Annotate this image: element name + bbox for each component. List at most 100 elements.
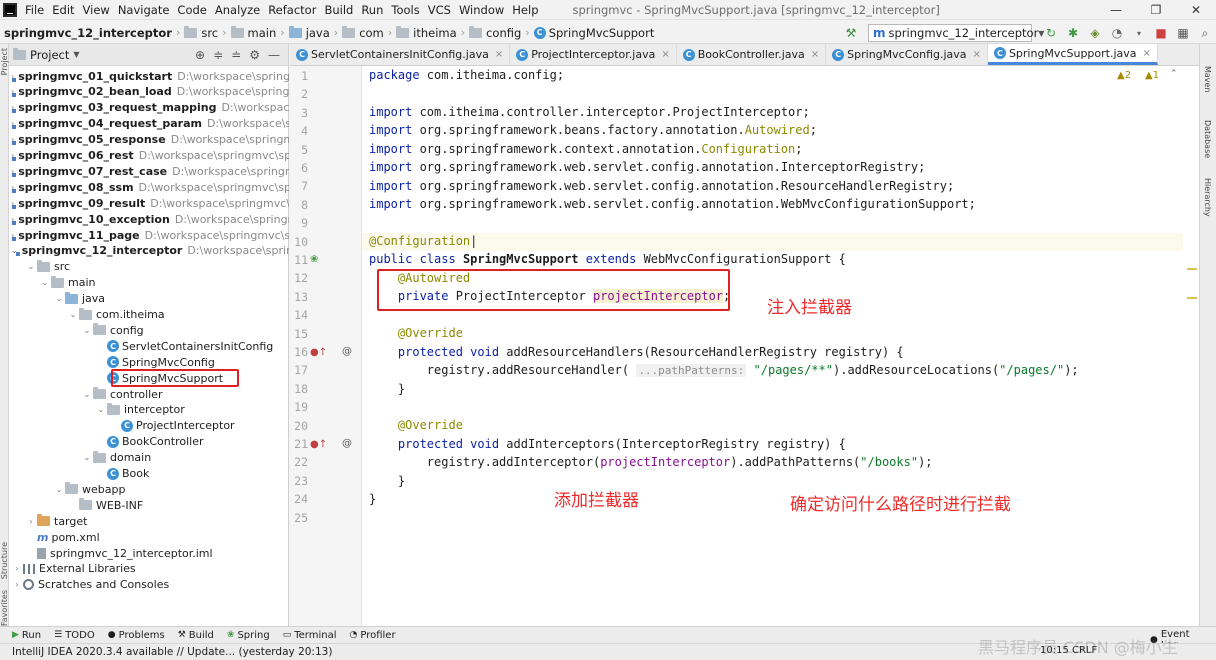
warning-marker[interactable] [1187, 268, 1197, 270]
project-tree-item[interactable]: C Book [9, 466, 289, 482]
breadcrumb-config[interactable]: config [465, 25, 525, 40]
project-tree-item[interactable]: › springmvc_10_exception D:\workspace\spri… [9, 211, 289, 227]
chevron-right-icon[interactable]: › [25, 517, 37, 526]
chevron-down-icon[interactable]: ⌄ [25, 262, 37, 271]
at-annotation-icon[interactable]: @ [342, 438, 352, 449]
project-tree-item[interactable]: C BookController [9, 434, 289, 450]
breadcrumb-java[interactable]: java [285, 25, 334, 40]
chevron-down-icon[interactable]: ⌄ [39, 278, 51, 287]
project-tree-item[interactable]: › springmvc_01_quickstart D:\workspace\spr… [9, 68, 289, 84]
project-tree-item[interactable]: C SpringMvcConfig [9, 354, 289, 370]
project-tree-item[interactable]: ⌄ interceptor [9, 402, 289, 418]
project-tree-item[interactable]: › springmvc_11_page D:\workspace\springmvc… [9, 227, 289, 243]
minimize-button[interactable]: — [1096, 0, 1136, 20]
maximize-button[interactable]: ❐ [1136, 0, 1176, 20]
project-tree-item[interactable]: ⌄ controller [9, 386, 289, 402]
code-editor[interactable]: package com.itheima.config; import com.i… [362, 66, 1196, 626]
chevron-right-icon[interactable]: › [11, 564, 23, 573]
project-tree-item[interactable]: ⌄ springmvc_12_interceptor D:\workspace\sp… [9, 243, 289, 259]
project-tree-item[interactable]: WEB-INF [9, 497, 289, 513]
override-marker-icon[interactable]: ●↑ [310, 347, 327, 358]
expand-all-icon[interactable]: ≐ [231, 48, 241, 62]
menu-build[interactable]: Build [320, 3, 357, 17]
favorites-tool-tab[interactable]: Favorites [0, 590, 9, 626]
stop-icon[interactable]: ■ [1152, 24, 1170, 42]
override-marker-icon[interactable]: ●↑ [310, 439, 327, 450]
breadcrumb-src[interactable]: src [180, 25, 222, 40]
chevron-down-icon[interactable]: ▼ [73, 50, 79, 59]
maven-tool-tab[interactable]: Maven [1203, 66, 1212, 93]
project-tree-item[interactable]: C ServletContainersInitConfig [9, 338, 289, 354]
menu-tools[interactable]: Tools [387, 3, 423, 17]
debug-icon[interactable]: ✱ [1064, 24, 1082, 42]
project-tree-item[interactable]: › springmvc_07_rest_case D:\workspace\spri… [9, 163, 289, 179]
todo-tool-button[interactable]: ☰ TODO [54, 630, 95, 641]
close-icon[interactable]: × [811, 49, 819, 60]
chevron-down-icon[interactable]: ⌄ [53, 485, 65, 494]
project-tree-item[interactable]: › Scratches and Consoles [9, 577, 289, 593]
at-annotation-icon[interactable]: @ [342, 346, 352, 357]
editor-scroll-strip[interactable] [1183, 66, 1199, 626]
menu-help[interactable]: Help [508, 3, 542, 17]
locate-icon[interactable]: ⊕ [195, 48, 205, 62]
breadcrumb-project[interactable]: springmvc_12_interceptor [0, 26, 176, 40]
menu-window[interactable]: Window [455, 3, 508, 17]
run-configuration-select[interactable]: m springmvc_12_interceptor ▼ [868, 24, 1044, 42]
update-message[interactable]: IntelliJ IDEA 2020.3.4 available // Upda… [12, 646, 332, 658]
chevron-down-icon[interactable]: ⌄ [81, 390, 93, 399]
terminal-tool-button[interactable]: ▭ Terminal [283, 630, 337, 641]
weak-warning-icon[interactable]: ▲1 [1145, 70, 1159, 81]
menu-analyze[interactable]: Analyze [211, 3, 264, 17]
close-icon[interactable]: × [973, 49, 981, 60]
database-tool-tab[interactable]: Database [1203, 120, 1212, 158]
menu-code[interactable]: Code [173, 3, 210, 17]
close-window-button[interactable]: ✕ [1176, 0, 1216, 20]
tab-springmvcconfig[interactable]: C SpringMvcConfig.java × [826, 44, 988, 65]
menu-vcs[interactable]: VCS [424, 3, 455, 17]
project-tree-item[interactable]: › springmvc_02_bean_load D:\workspace\spri… [9, 84, 289, 100]
menu-run[interactable]: Run [357, 3, 387, 17]
project-tree-item[interactable]: › springmvc_06_rest D:\workspace\springmvc… [9, 148, 289, 164]
collapse-all-icon[interactable]: ≑ [213, 48, 223, 62]
spring-bean-icon[interactable]: ❀ [310, 254, 318, 265]
project-tree-item[interactable]: › springmvc_09_result D:\workspace\springm… [9, 195, 289, 211]
breadcrumb-com[interactable]: com [338, 25, 388, 40]
menu-view[interactable]: View [79, 3, 114, 17]
project-tree-item[interactable]: ⌄ domain [9, 450, 289, 466]
project-tree-item[interactable]: springmvc_12_interceptor.iml [9, 545, 289, 561]
project-tree-item[interactable]: C ProjectInterceptor [9, 418, 289, 434]
chevron-down-icon[interactable]: ⌄ [81, 326, 93, 335]
search-icon[interactable]: ⌕ [1196, 24, 1214, 42]
warning-marker[interactable] [1187, 297, 1197, 299]
project-tree-item[interactable]: › target [9, 513, 289, 529]
project-tree-item[interactable]: ⌄ src [9, 259, 289, 275]
close-icon[interactable]: × [661, 49, 669, 60]
warning-icon[interactable]: ▲2 [1117, 70, 1131, 81]
breadcrumb-class[interactable]: C SpringMvcSupport [530, 26, 659, 40]
breadcrumb-itheima[interactable]: itheima [392, 25, 461, 40]
tab-servletcontainersinitconfig[interactable]: C ServletContainersInitConfig.java × [290, 44, 511, 65]
profile-icon[interactable]: ◔ [1108, 24, 1126, 42]
chevron-down-icon[interactable]: ⌄ [81, 453, 93, 462]
menu-navigate[interactable]: Navigate [114, 3, 174, 17]
project-tree-item[interactable]: ⌄ webapp [9, 481, 289, 497]
menu-file[interactable]: File [21, 3, 48, 17]
gear-icon[interactable]: ⚙ [249, 48, 260, 62]
more-dropdown-icon[interactable]: ▾ [1130, 24, 1148, 42]
profiler-tool-button[interactable]: ◔ Profiler [350, 630, 396, 641]
chevron-up-icon[interactable]: ⌃ [1170, 69, 1178, 79]
project-tree-item[interactable]: › External Libraries [9, 561, 289, 577]
hammer-build-icon[interactable]: ⚒ [842, 24, 860, 42]
project-tree-item[interactable]: ⌄ com.itheima [9, 307, 289, 323]
problems-tool-button[interactable]: ● Problems [108, 630, 165, 641]
project-tree-item[interactable]: m pom.xml [9, 529, 289, 545]
hide-icon[interactable]: — [268, 48, 280, 62]
coverage-icon[interactable]: ◈ [1086, 24, 1104, 42]
chevron-down-icon[interactable]: ⌄ [53, 294, 65, 303]
close-icon[interactable]: × [495, 49, 503, 60]
project-tree-item[interactable]: ⌄ main [9, 275, 289, 291]
project-panel-title[interactable]: Project [30, 48, 69, 62]
run-tool-button[interactable]: ▶ Run [12, 630, 41, 641]
menu-edit[interactable]: Edit [48, 3, 78, 17]
rerun-icon[interactable]: ↻ [1042, 24, 1060, 42]
